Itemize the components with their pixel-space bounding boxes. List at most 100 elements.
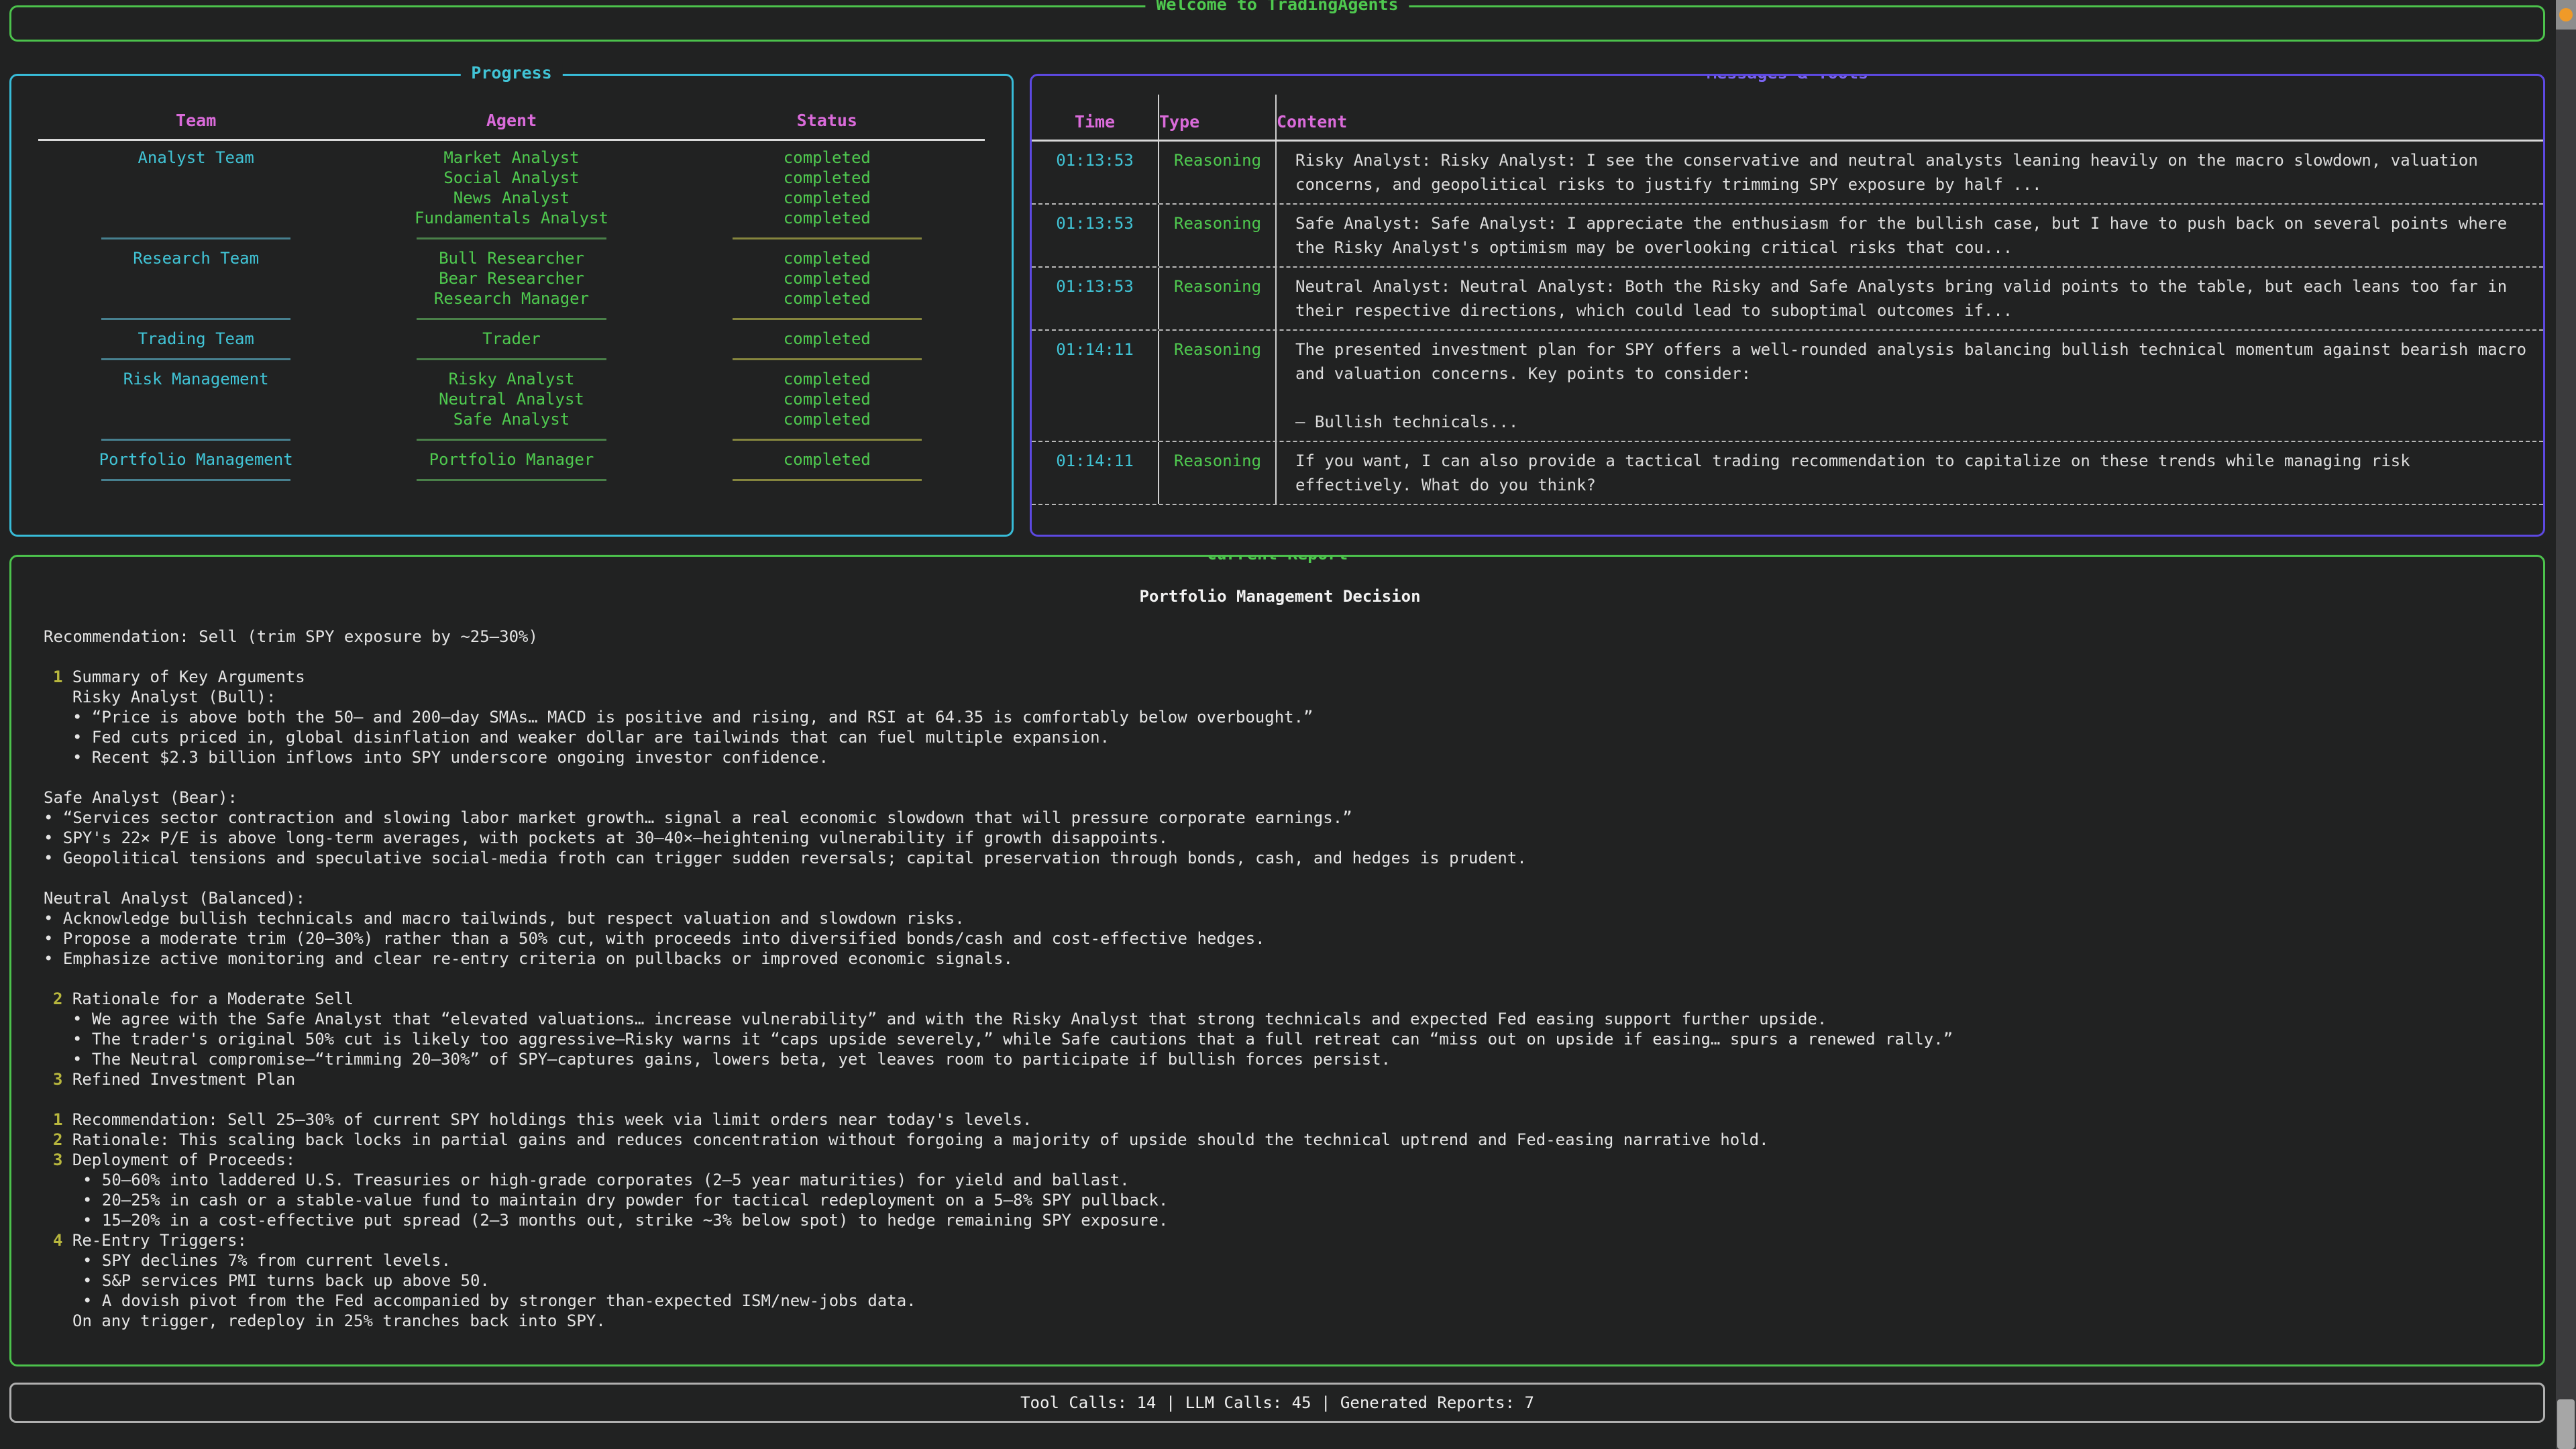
- report-line-text: Deployment of Proceeds:: [72, 1150, 295, 1169]
- progress-panel: Progress Team Agent Status Analyst Team …: [9, 74, 1014, 537]
- report-line: 2Rationale: This scaling back locks in p…: [44, 1130, 2516, 1150]
- report-line: [44, 969, 2516, 989]
- welcome-panel: Welcome to TradingAgents: [9, 5, 2545, 42]
- group-separator: [38, 429, 985, 449]
- list-number: 2: [53, 989, 72, 1008]
- status-separator-line: [733, 237, 922, 239]
- progress-col-team: Team: [38, 111, 354, 131]
- report-line-text: Re-Entry Triggers:: [72, 1231, 247, 1250]
- terminal-screen: Welcome to TradingAgents Progress Team A…: [0, 0, 2555, 1449]
- report-line-text: • 50–60% into laddered U.S. Treasuries o…: [83, 1171, 1130, 1189]
- list-number: 3: [53, 1070, 72, 1089]
- message-content: Neutral Analyst: Neutral Analyst: Both t…: [1277, 268, 2543, 329]
- status-column: completedcompletedcompleted: [669, 369, 985, 429]
- report-line-text: Recommendation: Sell 25–30% of current S…: [72, 1110, 1032, 1129]
- report-line-text: • Geopolitical tensions and speculative …: [44, 849, 1527, 867]
- report-line: • We agree with the Safe Analyst that “e…: [44, 1009, 2516, 1029]
- agent-name: Portfolio Manager: [354, 449, 669, 470]
- orange-dot-icon: [2559, 8, 2573, 21]
- scrollbar[interactable]: [2556, 0, 2576, 1449]
- agent-separator-line: [417, 358, 606, 360]
- message-row: 01:13:53 Reasoning Safe Analyst: Safe An…: [1032, 205, 2543, 268]
- list-number: 2: [53, 1130, 72, 1149]
- messages-col-content: Content: [1277, 95, 2543, 140]
- report-line: • Acknowledge bullish technicals and mac…: [44, 908, 2516, 928]
- report-line: 3Refined Investment Plan: [44, 1069, 2516, 1089]
- status-bar: Tool Calls: 14 | LLM Calls: 45 | Generat…: [9, 1383, 2545, 1423]
- message-time: 01:14:11: [1032, 331, 1159, 441]
- team-name: Research Team: [38, 248, 354, 309]
- team-separator-line: [101, 439, 290, 441]
- report-line: 1Summary of Key Arguments: [44, 667, 2516, 687]
- team-separator-line: [101, 318, 290, 320]
- team-separator-line: [101, 479, 290, 481]
- list-number: 4: [53, 1231, 72, 1250]
- report-panel-title: Current Report: [1196, 555, 1359, 564]
- list-number: 1: [53, 1110, 72, 1129]
- status-column: completedcompletedcompleted: [669, 248, 985, 309]
- progress-col-agent: Agent: [354, 111, 669, 131]
- welcome-title: Welcome to TradingAgents: [1145, 0, 1409, 14]
- team-name: Portfolio Management: [38, 449, 354, 470]
- report-line: • SPY declines 7% from current levels.: [44, 1250, 2516, 1271]
- report-line: Portfolio Management Decision: [44, 586, 2516, 606]
- status-separator-line: [733, 479, 922, 481]
- status-badge: completed: [669, 268, 985, 288]
- report-line: 3Deployment of Proceeds:: [44, 1150, 2516, 1170]
- scroll-marker-icon[interactable]: [2556, 0, 2576, 30]
- progress-team-group: Portfolio Management Portfolio Manager c…: [38, 449, 985, 470]
- report-line: • “Services sector contraction and slowi…: [44, 808, 2516, 828]
- report-line: • 15–20% in a cost-effective put spread …: [44, 1210, 2516, 1230]
- messages-panel-title: Messages & Tools: [1696, 74, 1879, 83]
- report-line-text: • 15–20% in a cost-effective put spread …: [83, 1211, 1168, 1230]
- agent-column: Bull ResearcherBear ResearcherResearch M…: [354, 248, 669, 309]
- report-line: 2Rationale for a Moderate Sell: [44, 989, 2516, 1009]
- current-report-panel: Current Report Portfolio Management Deci…: [9, 555, 2545, 1366]
- report-line-text: • A dovish pivot from the Fed accompanie…: [83, 1291, 916, 1310]
- message-row: 01:14:11 Reasoning If you want, I can al…: [1032, 442, 2543, 505]
- report-line: [44, 647, 2516, 667]
- progress-header-rule: [38, 139, 985, 141]
- report-line-text: • Acknowledge bullish technicals and mac…: [44, 909, 965, 928]
- message-row: 01:13:53 Reasoning Neutral Analyst: Neut…: [1032, 268, 2543, 331]
- messages-tools-panel: Messages & Tools Time Type Content 01:13…: [1030, 74, 2545, 537]
- report-line-text: • Recent $2.3 billion inflows into SPY u…: [72, 748, 828, 767]
- status-badge: completed: [669, 329, 985, 349]
- report-line: • SPY's 22× P/E is above long-term avera…: [44, 828, 2516, 848]
- report-body: Portfolio Management Decision Recommendat…: [44, 586, 2516, 1331]
- group-separator: [38, 470, 985, 490]
- progress-team-group: Research Team Bull ResearcherBear Resear…: [38, 248, 985, 309]
- report-line: 1Recommendation: Sell 25–30% of current …: [44, 1110, 2516, 1130]
- status-badge: completed: [669, 248, 985, 268]
- report-line: [44, 606, 2516, 627]
- report-line-text: • “Price is above both the 50– and 200–d…: [72, 708, 1313, 727]
- messages-col-type: Type: [1159, 95, 1277, 140]
- scrollbar-thumb[interactable]: [2557, 1399, 2575, 1449]
- report-line: Recommendation: Sell (trim SPY exposure …: [44, 627, 2516, 647]
- report-line: • Recent $2.3 billion inflows into SPY u…: [44, 747, 2516, 767]
- team-separator-line: [101, 358, 290, 360]
- team-name: Trading Team: [38, 329, 354, 349]
- agent-name: Bull Researcher: [354, 248, 669, 268]
- report-line: • The Neutral compromise—“trimming 20–30…: [44, 1049, 2516, 1069]
- agent-column: Trader: [354, 329, 669, 349]
- agent-name: Safe Analyst: [354, 409, 669, 429]
- message-row: 01:14:11 Reasoning The presented investm…: [1032, 331, 2543, 442]
- report-line-text: Risky Analyst (Bull):: [72, 688, 276, 706]
- status-badge: completed: [669, 449, 985, 470]
- team-name: Risk Management: [38, 369, 354, 429]
- report-line-text: • The trader's original 50% cut is likel…: [72, 1030, 1953, 1049]
- report-line: • S&P services PMI turns back up above 5…: [44, 1271, 2516, 1291]
- report-line-text: • We agree with the Safe Analyst that “e…: [72, 1010, 1827, 1028]
- message-row: 01:13:53 Reasoning Risky Analyst: Risky …: [1032, 142, 2543, 205]
- report-line: Neutral Analyst (Balanced):: [44, 888, 2516, 908]
- team-separator-line: [101, 237, 290, 239]
- status-column: completed: [669, 329, 985, 349]
- group-separator: [38, 309, 985, 329]
- list-number: 3: [53, 1150, 72, 1169]
- list-number: 1: [53, 667, 72, 686]
- report-line: • Propose a moderate trim (20–30%) rathe…: [44, 928, 2516, 949]
- report-line-text: • “Services sector contraction and slowi…: [44, 808, 1352, 827]
- status-badge: completed: [669, 188, 985, 208]
- status-badge: completed: [669, 369, 985, 389]
